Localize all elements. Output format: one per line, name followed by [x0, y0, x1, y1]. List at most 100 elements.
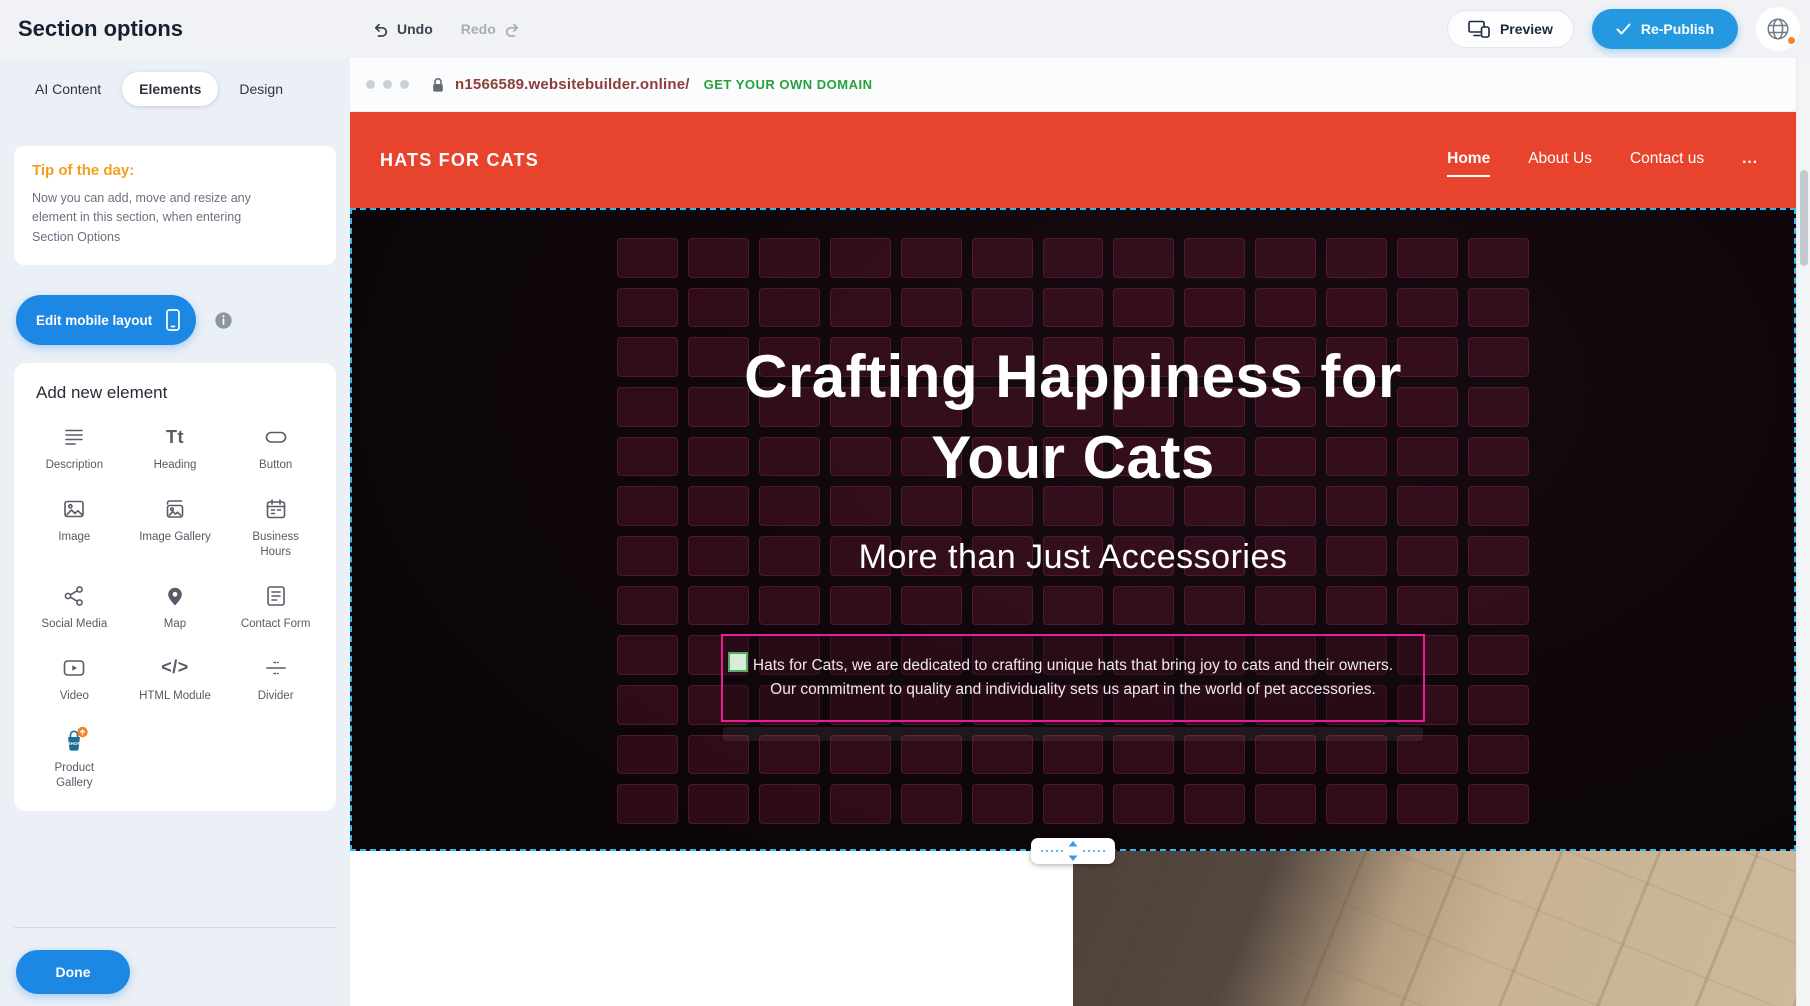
element-image-gallery[interactable]: Image Gallery: [125, 495, 226, 560]
site-logo[interactable]: HATS FOR CATS: [380, 150, 539, 171]
element-social-media[interactable]: Social Media: [24, 582, 125, 632]
hero-tile: [830, 288, 891, 328]
tip-body: Now you can add, move and resize any ele…: [32, 189, 284, 247]
hero-tile: [1468, 288, 1529, 328]
hero-tile: [1043, 784, 1104, 824]
hero-section[interactable]: Crafting Happiness for Your Cats More th…: [350, 208, 1796, 851]
undo-button[interactable]: Undo: [372, 21, 433, 38]
redo-button[interactable]: Redo: [461, 21, 521, 38]
hero-tile: [1468, 387, 1529, 427]
element-heading[interactable]: Tt Heading: [125, 423, 226, 473]
mobile-layout-row: Edit mobile layout: [14, 295, 336, 345]
site-nav: Home About Us Contact us ...: [1447, 144, 1758, 177]
section-resize-handle[interactable]: [1031, 838, 1115, 864]
element-label: Business Hours: [240, 530, 312, 560]
next-section-background: [350, 851, 1073, 1006]
editor-canvas: n1566589.websitebuilder.online/ GET YOUR…: [350, 58, 1810, 1006]
topbar: Section options Undo Redo Preview: [0, 0, 1810, 58]
element-label: Social Media: [41, 617, 107, 632]
hero-tile: [617, 238, 678, 278]
hero-subheading[interactable]: More than Just Accessories: [350, 538, 1796, 577]
nav-home[interactable]: Home: [1447, 144, 1490, 177]
hero-tile: [617, 685, 678, 725]
element-button[interactable]: Button: [225, 423, 326, 473]
paragraph-line-2: Our commitment to quality and individual…: [723, 678, 1423, 702]
nav-more[interactable]: ...: [1742, 144, 1758, 168]
nav-about-us[interactable]: About Us: [1528, 144, 1592, 168]
hero-tile: [830, 784, 891, 824]
element-image[interactable]: Image: [24, 495, 125, 560]
section-options-sidebar: AI Content Elements Design Tip of the da…: [0, 58, 350, 1006]
republish-label: Re-Publish: [1641, 21, 1714, 37]
notification-dot: [1787, 36, 1796, 45]
html-code-icon: </>: [161, 654, 189, 682]
hero-tile: [1326, 586, 1387, 626]
tab-elements[interactable]: Elements: [122, 72, 218, 106]
element-business-hours[interactable]: Business Hours: [225, 495, 326, 560]
site-url: n1566589.websitebuilder.online/: [455, 76, 690, 93]
info-icon: [214, 311, 233, 330]
hero-tile: [1113, 288, 1174, 328]
hero-tile: [1184, 586, 1245, 626]
get-own-domain-link[interactable]: GET YOUR OWN DOMAIN: [704, 77, 873, 92]
window-control-dots: [366, 80, 409, 89]
element-html-module[interactable]: </> HTML Module: [125, 654, 226, 704]
tab-ai-content[interactable]: AI Content: [18, 72, 118, 106]
element-label: Video: [60, 689, 89, 704]
hero-tile: [1113, 586, 1174, 626]
sidebar-divider: [14, 927, 336, 928]
next-section: [350, 851, 1796, 1006]
window-dot: [366, 80, 375, 89]
vertical-scrollbar[interactable]: [1796, 58, 1810, 1006]
map-pin-icon: [163, 582, 187, 610]
done-button[interactable]: Done: [16, 950, 130, 994]
element-label: Map: [164, 617, 186, 632]
republish-button[interactable]: Re-Publish: [1592, 9, 1738, 49]
element-video[interactable]: Video: [24, 654, 125, 704]
smartphone-icon: [165, 308, 181, 332]
hero-heading[interactable]: Crafting Happiness for Your Cats: [683, 336, 1463, 498]
hero-tile: [1468, 784, 1529, 824]
image-icon: [62, 495, 86, 523]
hero-tile: [759, 238, 820, 278]
hero-tile: [830, 238, 891, 278]
lock-icon: [431, 77, 445, 93]
preview-button[interactable]: Preview: [1447, 10, 1574, 48]
hero-tile: [1184, 238, 1245, 278]
hero-tile: [617, 387, 678, 427]
window-dot: [400, 80, 409, 89]
hero-tile: [688, 784, 749, 824]
element-product-gallery[interactable]: SHOP Product Gallery: [24, 726, 125, 791]
hero-tile: [1468, 685, 1529, 725]
language-button[interactable]: [1756, 7, 1800, 51]
hero-tile: [617, 486, 678, 526]
hero-tile: [688, 586, 749, 626]
hero-tile: [617, 784, 678, 824]
resize-handle[interactable]: [728, 652, 748, 672]
tab-design[interactable]: Design: [222, 72, 300, 106]
button-icon: [264, 423, 288, 451]
pavement-photo: [1073, 851, 1796, 1006]
business-hours-icon: [264, 495, 288, 523]
element-map[interactable]: Map: [125, 582, 226, 632]
hero-tile: [1043, 238, 1104, 278]
element-description[interactable]: Description: [24, 423, 125, 473]
edit-mobile-layout-button[interactable]: Edit mobile layout: [16, 295, 196, 345]
resize-arrows-icon: [1035, 839, 1111, 863]
hero-tile: [1255, 288, 1316, 328]
hero-tile: [1326, 288, 1387, 328]
element-contact-form[interactable]: Contact Form: [225, 582, 326, 632]
scrollbar-thumb[interactable]: [1800, 170, 1808, 266]
info-button[interactable]: [214, 311, 233, 330]
history-controls: Undo Redo: [372, 21, 521, 38]
hero-paragraph-element[interactable]: Hats for Cats, we are dedicated to craft…: [721, 634, 1425, 722]
add-element-title: Add new element: [36, 383, 326, 403]
page-title: Section options: [18, 16, 183, 42]
nav-contact-us[interactable]: Contact us: [1630, 144, 1704, 168]
hero-tile: [1184, 784, 1245, 824]
hero-tile: [972, 784, 1033, 824]
element-divider[interactable]: Divider: [225, 654, 326, 704]
hero-tile: [901, 784, 962, 824]
hero-tile: [1468, 635, 1529, 675]
hero-tile: [972, 238, 1033, 278]
